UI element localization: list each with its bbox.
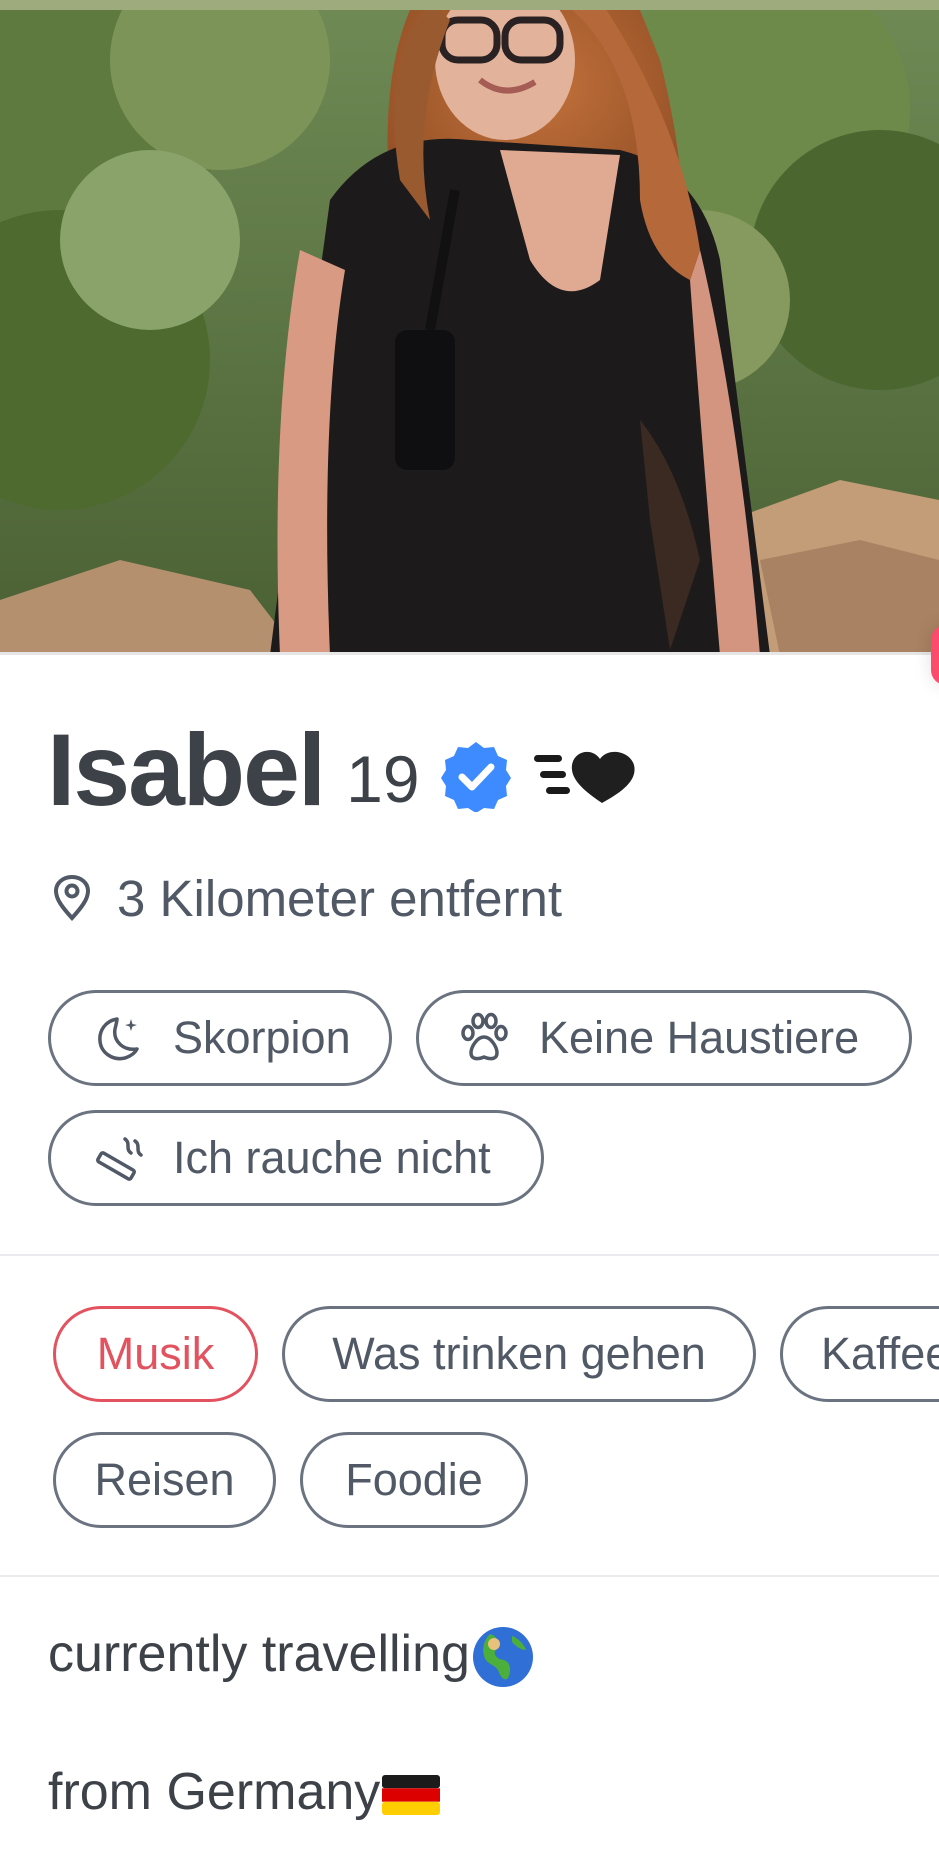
basic-pill-label: Ich rauche nicht: [173, 1132, 491, 1183]
bio-text: currently travelling: [48, 1625, 470, 1683]
section-divider: [0, 1254, 939, 1256]
interest-label: Foodie: [345, 1454, 483, 1505]
interest-pill-foodie[interactable]: Foodie: [300, 1432, 528, 1528]
globe-emoji-icon: [472, 1627, 533, 1688]
distance-row: 3 Kilometer entfernt: [52, 868, 562, 928]
distance-text: 3 Kilometer entfernt: [117, 869, 563, 927]
name-row: Isabel 19: [47, 715, 642, 825]
smoking-icon: [96, 1137, 143, 1181]
interest-pill-musik[interactable]: Musik: [53, 1306, 258, 1402]
basic-pill-smoking[interactable]: Ich rauche nicht: [48, 1110, 544, 1206]
profile-page: Isabel 19 3 Kilometer entfernt Skorpion: [0, 0, 939, 1868]
verified-badge-icon[interactable]: [440, 740, 512, 812]
basic-pill-zodiac[interactable]: Skorpion: [48, 990, 392, 1086]
profile-name: Isabel: [47, 713, 326, 827]
profile-photo[interactable]: [0, 0, 939, 655]
paw-icon: [461, 1012, 508, 1061]
interest-label: Kaffee: [821, 1328, 939, 1379]
germany-flag-emoji-icon: [382, 1775, 441, 1816]
basic-pill-label: Skorpion: [173, 1012, 351, 1063]
location-pin-icon: [53, 875, 91, 921]
interest-pill-kaffee[interactable]: Kaffee: [780, 1306, 939, 1402]
section-divider: [0, 1575, 939, 1577]
bio-line-2: from Germany: [48, 1762, 442, 1822]
zodiac-moon-icon: [98, 1017, 139, 1061]
basic-pill-label: Keine Haustiere: [539, 1012, 860, 1063]
bio-text: from Germany: [48, 1763, 381, 1821]
basic-pill-pets[interactable]: Keine Haustiere: [416, 990, 912, 1086]
profile-age: 19: [346, 742, 420, 816]
side-action-button[interactable]: [931, 625, 939, 685]
interest-pill-reisen[interactable]: Reisen: [53, 1432, 276, 1528]
interest-label: Musik: [96, 1328, 215, 1379]
interest-pill-drinks[interactable]: Was trinken gehen: [282, 1306, 756, 1402]
interest-label: Reisen: [94, 1454, 235, 1505]
interest-label: Was trinken gehen: [332, 1328, 706, 1379]
bio-line-1: currently travelling: [48, 1624, 536, 1690]
photo-bottom-edge: [0, 652, 939, 655]
relationship-intent-heart-icon[interactable]: [532, 745, 642, 807]
